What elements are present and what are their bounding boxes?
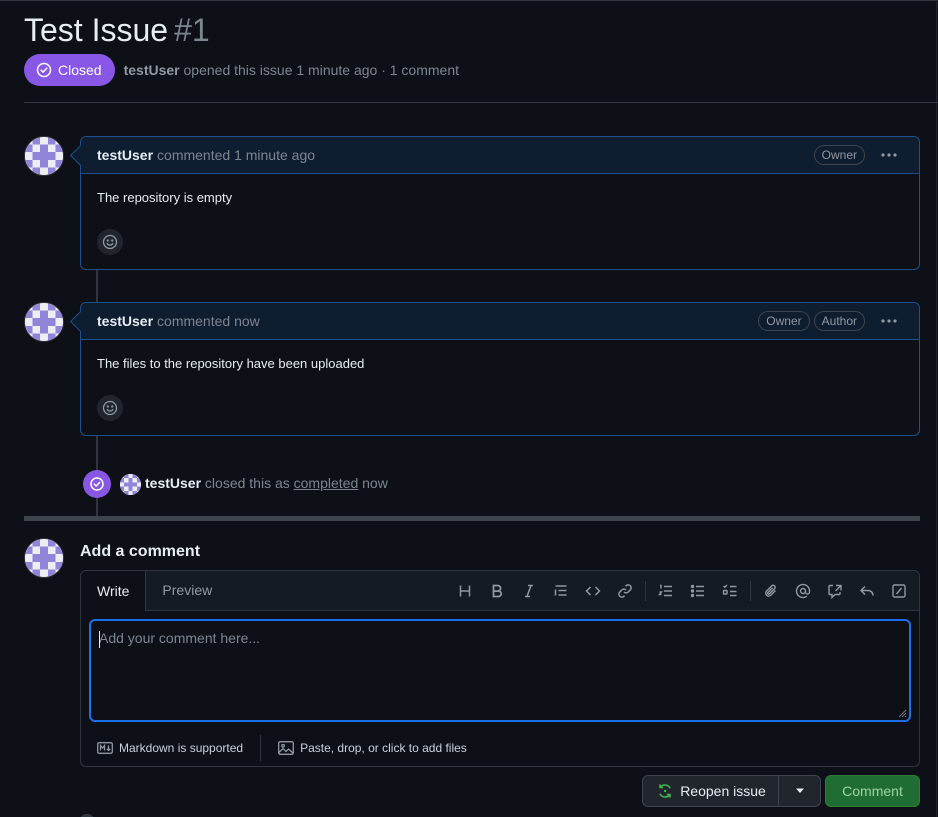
event-time[interactable]: now [362,475,388,491]
author-label: Author [813,311,865,331]
footer-separator [260,735,262,761]
heading-icon[interactable] [449,575,481,607]
identicon-avatar-icon [25,303,63,341]
ordered-list-icon[interactable] [650,575,682,607]
header-divider [24,102,938,103]
reopen-options-dropdown[interactable] [779,775,821,807]
identicon-avatar-icon [25,137,63,175]
comment-header-actions: Owner [813,145,903,165]
reopen-icon [659,784,672,798]
comment-editor: Write Preview Add your comment here... M… [80,570,920,767]
event-text-before: closed this as [204,475,290,491]
mention-icon[interactable] [787,575,819,607]
owner-label: Owner [813,145,865,165]
comment-timestamp[interactable]: commented 1 minute ago [157,147,315,163]
identicon-avatar-icon [120,474,141,495]
reopen-button-group: Reopen issue [642,775,821,807]
markdown-supported-link[interactable]: Markdown is supported [97,741,243,755]
comment-placeholder: Add your comment here... [99,630,261,646]
add-files-button[interactable]: Paste, drop, or click to add files [278,741,467,755]
markdown-toolbar [449,575,915,607]
text-caret [99,631,100,648]
markdown-note: Markdown is supported [119,741,244,755]
issue-author-link[interactable]: testUser [124,62,180,78]
unordered-list-icon[interactable] [682,575,714,607]
editor-tabs: Write Preview [81,571,919,611]
comment-textarea[interactable]: Add your comment here... [89,619,911,722]
saved-reply-icon[interactable] [851,575,883,607]
timeline-end-divider [24,516,920,521]
comment-header: testUser commented 1 minute ago Owner [81,137,919,174]
paperclip-icon[interactable] [755,575,787,607]
window-right-border [936,0,937,817]
comment-card: testUser commented now Owner Author The … [80,302,920,436]
comment-timestamp[interactable]: commented now [157,313,260,329]
comment-header: testUser commented now Owner Author [81,303,919,340]
cross-reference-icon[interactable] [819,575,851,607]
toolbar-separator [750,581,751,601]
image-icon [278,741,295,755]
code-icon[interactable] [577,575,609,607]
closed-check-icon [90,477,104,491]
resize-grip-icon[interactable] [897,708,907,718]
markdown-icon [97,742,113,754]
issue-opened-text: opened this issue 1 minute ago · 1 comme… [183,62,460,78]
issue-meta-text: testUser opened this issue 1 minute ago … [124,62,459,78]
triangle-down-icon [795,788,804,793]
closed-event-badge [83,470,111,498]
editor-footer: Markdown is supported Paste, drop, or cl… [81,729,919,767]
comment-button[interactable]: Comment [825,775,920,807]
add-reaction-button[interactable] [97,229,123,255]
reopen-issue-label: Reopen issue [680,783,766,799]
comment-author-link[interactable]: testUser [97,147,153,163]
avatar[interactable] [24,538,64,578]
avatar[interactable] [24,302,64,342]
avatar[interactable] [24,136,64,176]
tab-write[interactable]: Write [81,571,147,611]
issue-state-badge: Closed [24,54,115,86]
window-top-border [0,0,938,1]
comment-card: testUser commented 1 minute ago Owner Th… [80,136,920,270]
issue-meta: Closed testUser opened this issue 1 minu… [24,54,459,86]
toolbar-separator [645,581,646,601]
tab-preview[interactable]: Preview [146,570,228,610]
bold-icon[interactable] [481,575,513,607]
files-note: Paste, drop, or click to add files [300,741,467,755]
comment-body: The files to the repository have been up… [97,356,365,371]
issue-state-label: Closed [58,62,102,78]
identicon-avatar-icon [25,539,63,577]
issue-number: #1 [174,12,210,48]
event-actor-link[interactable]: testUser [145,475,201,491]
italic-icon[interactable] [513,575,545,607]
quote-icon[interactable] [545,575,577,607]
kebab-menu-icon[interactable] [875,145,903,165]
completed-link[interactable]: completed [294,475,359,491]
task-list-icon[interactable] [714,575,746,607]
closed-check-icon [36,62,52,78]
slash-commands-icon[interactable] [883,575,915,607]
link-icon[interactable] [609,575,641,607]
issue-title: Test Issue #1 [24,10,210,50]
smiley-icon [102,234,118,250]
kebab-menu-icon[interactable] [875,311,903,331]
comment-header-actions: Owner Author [758,311,903,331]
smiley-icon [102,400,118,416]
comment-body: The repository is empty [97,190,233,205]
add-reaction-button[interactable] [97,395,123,421]
owner-label: Owner [758,311,810,331]
add-comment-heading: Add a comment [80,543,201,560]
comment-author-link[interactable]: testUser [97,313,153,329]
closed-event-text: testUser closed this as completed now [145,475,388,491]
reopen-issue-button[interactable]: Reopen issue [642,775,779,807]
timeline-connector [96,269,98,303]
issue-title-text: Test Issue [24,12,169,48]
event-avatar[interactable] [120,474,141,495]
